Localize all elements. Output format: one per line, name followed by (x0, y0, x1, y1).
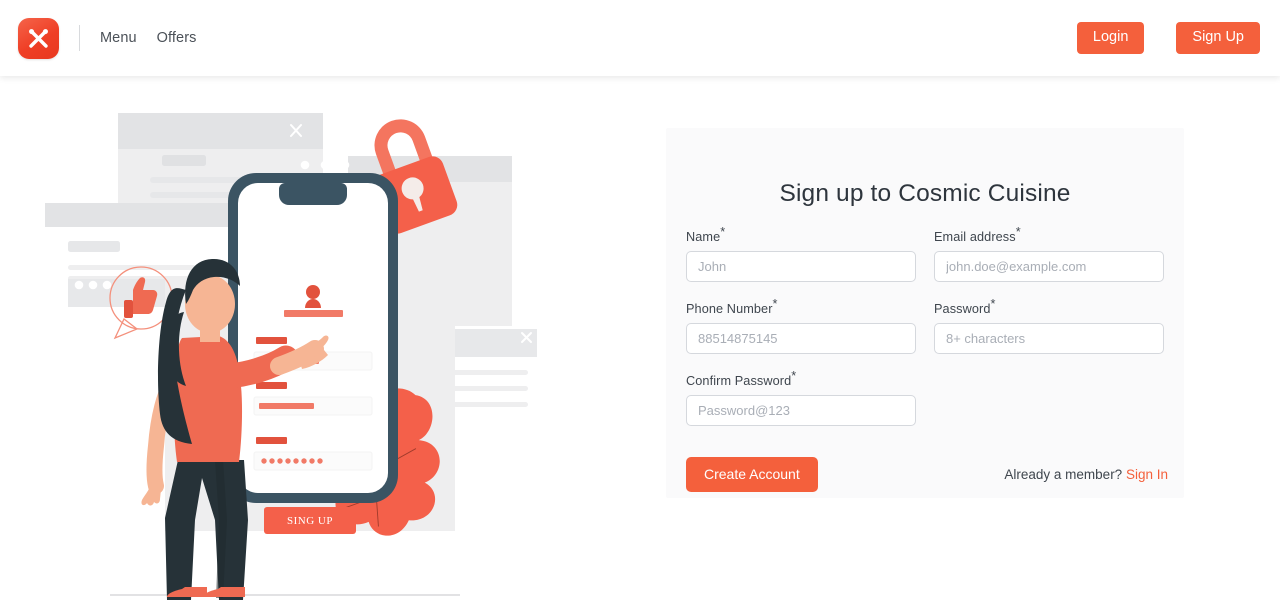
nav-link-menu[interactable]: Menu (100, 30, 137, 46)
member-prompt: Already a member? Sign In (1004, 467, 1168, 482)
top-header: Menu Offers Login Sign Up (0, 0, 1280, 76)
field-label-email-text: Email address (934, 230, 1016, 244)
required-marker: * (1015, 224, 1021, 239)
header-left-group: Menu Offers (18, 0, 217, 76)
nav-link-offers[interactable]: Offers (157, 30, 197, 46)
field-label-password-text: Password (934, 302, 991, 316)
required-marker: * (772, 296, 778, 311)
header-divider (79, 25, 80, 51)
create-account-button[interactable]: Create Account (686, 457, 818, 493)
field-label-phone-text: Phone Number (686, 302, 773, 316)
signup-button[interactable]: Sign Up (1176, 22, 1260, 54)
email-input[interactable] (934, 251, 1164, 282)
name-input[interactable] (686, 251, 916, 282)
page-body: SING UP Sign up to Cosmic Cuisine Name* … (0, 76, 1280, 616)
confirm-password-input[interactable] (686, 395, 916, 426)
field-phone: Phone Number* (686, 297, 916, 354)
field-label-password: Password* (934, 297, 1164, 316)
field-name: Name* (686, 225, 916, 282)
sign-in-link[interactable]: Sign In (1126, 467, 1168, 482)
crossed-utensils-logo-icon[interactable] (18, 17, 59, 59)
login-button[interactable]: Login (1076, 22, 1145, 54)
field-label-email: Email address* (934, 225, 1164, 244)
signup-illustration: SING UP (0, 76, 640, 616)
form-row-1: Name* Email address* (686, 225, 1168, 282)
signup-form-card: Sign up to Cosmic Cuisine Name* Email ad… (666, 128, 1184, 498)
field-label-confirm-password: Confirm Password* (686, 369, 916, 388)
required-marker: * (791, 368, 797, 383)
password-input[interactable] (934, 323, 1164, 354)
member-prompt-text: Already a member? (1004, 467, 1123, 483)
field-label-name: Name* (686, 225, 916, 244)
required-marker: * (720, 224, 726, 239)
field-confirm-password: Confirm Password* (686, 369, 916, 426)
form-title: Sign up to Cosmic Cuisine (779, 180, 1071, 207)
field-label-phone: Phone Number* (686, 297, 916, 316)
form-fields-grid: Name* Email address* Phone Number* (686, 225, 1168, 446)
field-spacer (934, 374, 1164, 426)
field-label-confirm-password-text: Confirm Password (686, 374, 792, 388)
header-right-group: Login Sign Up (1076, 0, 1260, 76)
field-label-name-text: Name (686, 230, 721, 244)
phone-input[interactable] (686, 323, 916, 354)
form-row-3: Confirm Password* (686, 369, 1168, 426)
form-row-2: Phone Number* Password* (686, 297, 1168, 354)
field-password: Password* (934, 297, 1164, 354)
required-marker: * (990, 296, 996, 311)
field-email: Email address* (934, 225, 1164, 282)
form-actions: Create Account Already a member? Sign In (686, 457, 1168, 493)
